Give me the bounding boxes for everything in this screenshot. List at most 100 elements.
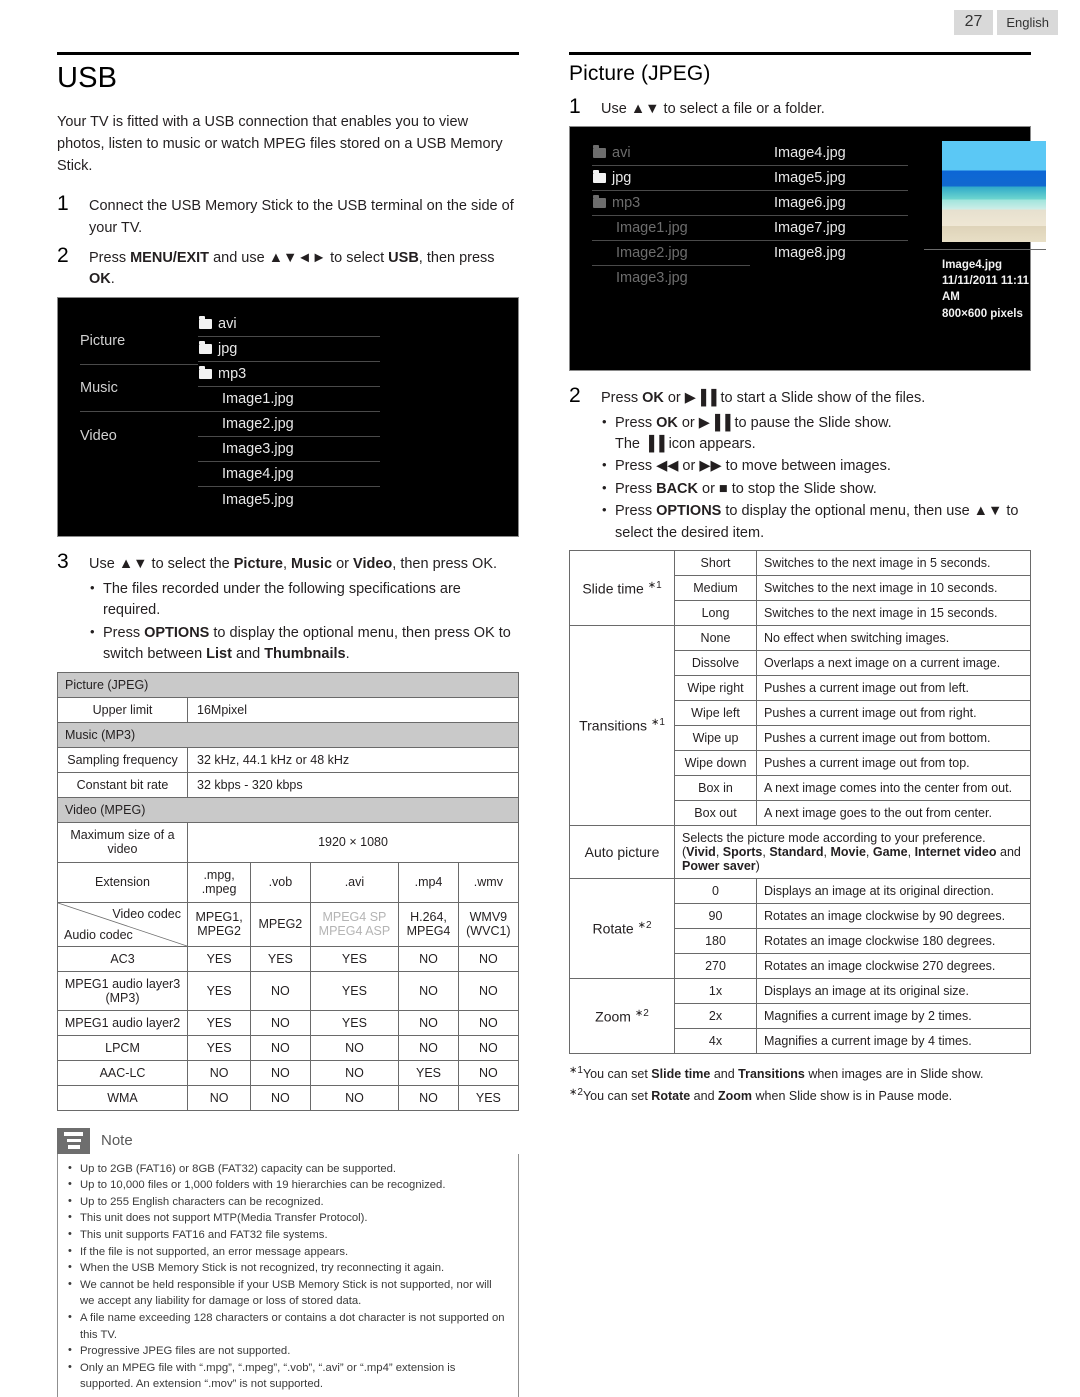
file-row[interactable]: jpg [592,166,750,191]
support-cell: NO [457,1034,520,1061]
support-cell: NO [457,1059,520,1086]
file-list: avi jpg mp3 Image1.jpg Image2.jpg Image3.jpg I… [198,298,398,512]
option-description: Switches to the next image in 15 seconds… [756,600,1031,627]
support-cell: YES [250,945,311,972]
file-row[interactable]: Image1.jpg [592,216,750,241]
file-row[interactable]: Image2.jpg [198,412,380,438]
support-cell: YES [398,1059,459,1086]
file-name: Image5.jpg [774,169,846,186]
file-name: avi [218,316,237,333]
option-value[interactable]: 270 [674,953,757,980]
option-value[interactable]: Wipe down [674,750,757,777]
option-description: A next image goes to the out from center… [756,800,1031,827]
option-value[interactable]: Box in [674,775,757,802]
option-value[interactable]: Box out [674,800,757,827]
option-description: Rotates an image clockwise 180 degrees. [756,928,1031,955]
file-row[interactable]: Image6.jpg [750,191,908,216]
note-content: Up to 2GB (FAT16) or 8GB (FAT32) capacit… [57,1153,519,1397]
file-row[interactable]: mp3 [592,191,750,216]
file-row[interactable]: Image5.jpg [750,166,908,191]
file-name: Image8.jpg [774,245,846,262]
preview-dimensions: 800×600 pixels [942,307,1023,320]
audio-codec-label: AAC-LC [57,1059,188,1086]
option-value[interactable]: 0 [674,878,757,905]
option-description: Switches to the next image in 10 seconds… [756,575,1031,602]
support-cell: NO [250,1059,311,1086]
table-header-row: Picture (JPEG) [57,671,519,698]
file-name: mp3 [218,366,247,383]
step-2-right: 2 Press OK or ▶▐▐ to start a Slide show … [569,384,1031,545]
support-cell: YES [186,970,252,1011]
file-row[interactable]: Image5.jpg [198,487,380,512]
slideshow-options-table: Slide time ∗1 Short Switches to the next i… [569,550,1031,1055]
file-row[interactable]: avi [198,312,380,338]
category-column: Picture Music Video [58,298,198,512]
option-group-name: Auto picture [569,825,675,880]
page-number: 27 [953,10,994,35]
category-music[interactable]: Music [80,365,198,413]
intro-paragraph: Your TV is fitted with a USB connection … [57,114,503,175]
option-value[interactable]: 90 [674,903,757,930]
option-value[interactable]: Short [674,550,757,577]
section-rule [57,52,519,55]
page-title: USB [57,62,118,94]
video-mpeg-header: Video (MPEG) [57,796,519,823]
footnotes: ∗1You can set Slide time and Transitions… [569,1063,1031,1106]
option-value[interactable]: Wipe right [674,675,757,702]
video-codec-value: MPEG4 SP MPEG4 ASP [309,901,400,947]
option-value[interactable]: 180 [674,928,757,955]
audio-codec-label: WMA [57,1084,188,1111]
folder-icon [593,169,606,183]
option-value[interactable]: Wipe up [674,725,757,752]
extension-value: .vob [250,861,311,903]
jpeg-file-column-b: Image4.jpg Image5.jpg Image6.jpg Image7.jpg… [742,127,908,322]
list-item: If the file is not supported, an error m… [66,1243,508,1261]
option-group-name: Slide time ∗1 [569,550,675,627]
step-1-right: 1 Use ▲▼ to select a file or a folder. [569,96,1031,121]
option-value[interactable]: None [674,625,757,652]
file-row[interactable]: Image4.jpg [750,141,908,166]
category-video[interactable]: Video [80,412,198,459]
file-row[interactable]: Image4.jpg [198,462,380,488]
option-value[interactable]: Long [674,600,757,627]
step-number: 1 [57,192,69,216]
file-name: Image1.jpg [616,219,688,236]
file-row[interactable]: Image3.jpg [198,437,380,463]
list-item: Press OPTIONS to display the optional me… [89,622,519,666]
option-value[interactable]: 4x [674,1028,757,1055]
note-box: Note Up to 2GB (FAT16) or 8GB (FAT32) ca… [57,1127,519,1397]
file-row[interactable]: jpg [198,337,380,363]
file-row[interactable]: mp3 [198,362,380,388]
step3-bullets: The files recorded under the following s… [89,578,519,666]
step-text: Press OK or ▶▐▐ to start a Slide show of… [601,389,926,406]
file-name: Image6.jpg [774,194,846,211]
option-value[interactable]: Wipe left [674,700,757,727]
option-row: Transitions ∗1 None No effect when switchi… [569,625,1031,827]
option-value[interactable]: 2x [674,1003,757,1030]
list-item: This unit does not support MTP(Media Tra… [66,1209,508,1227]
audio-codec-label: Audio codec [64,927,133,942]
table-row: MPEG1 audio layer3 (MP3) YES NO YES NO NO [57,970,520,1011]
support-cell: NO [250,1034,311,1061]
file-row[interactable]: Image7.jpg [750,216,908,241]
option-value[interactable]: Medium [674,575,757,602]
support-cell: YES [186,1009,252,1036]
option-value[interactable]: 1x [674,978,757,1005]
file-row[interactable]: Image3.jpg [592,266,750,291]
file-row[interactable]: avi [592,141,750,166]
option-description: Rotates an image clockwise 270 degrees. [756,953,1031,980]
file-row[interactable]: Image8.jpg [750,241,908,266]
file-row[interactable]: Image1.jpg [198,387,380,413]
step-text: Use ▲▼ to select a file or a folder. [601,101,825,117]
list-item: Progressive JPEG files are not supported… [66,1342,508,1360]
option-description: No effect when switching images. [756,625,1031,652]
file-row[interactable]: Image2.jpg [592,241,750,266]
option-description: Overlaps a next image on a current image… [756,650,1031,677]
audio-codec-rows: AC3 YES YES YES NO NO MPEG1 audio layer3 (MP3) Y… [57,945,520,1111]
category-picture[interactable]: Picture [80,318,198,366]
preview-timestamp: 11/11/2011 11:11 AM [942,275,1029,304]
option-value[interactable]: Dissolve [674,650,757,677]
support-cell: NO [398,945,459,972]
list-item: Press OPTIONS to display the optional me… [601,500,1031,544]
extension-label: Extension [57,861,188,903]
